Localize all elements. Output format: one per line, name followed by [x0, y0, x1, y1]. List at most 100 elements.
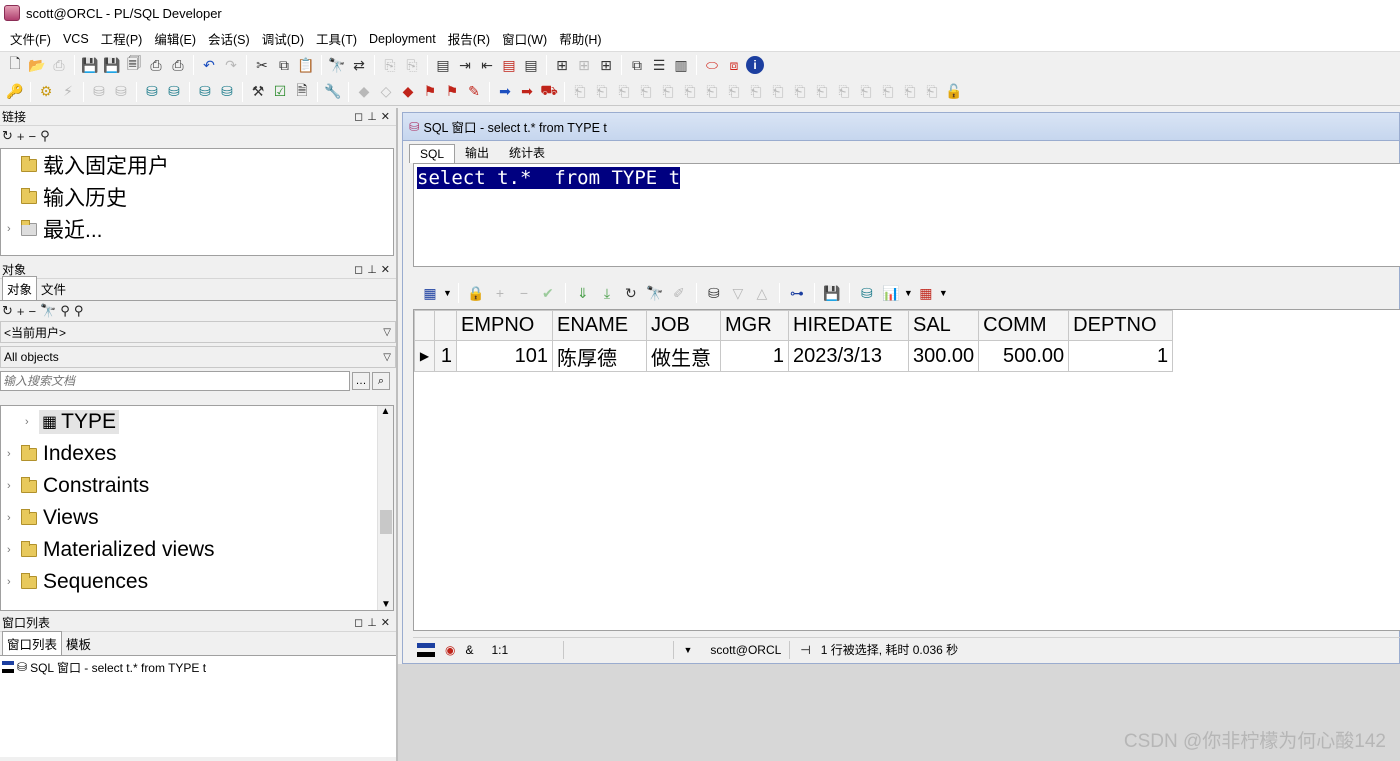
plsql-9-icon[interactable]: ⎗ [746, 82, 766, 102]
execute-icon[interactable]: ▤ [433, 55, 453, 75]
lock-icon[interactable]: 🔒 [466, 283, 486, 303]
menu-tools[interactable]: 工具(T) [310, 27, 363, 50]
tree-item-fixed-users[interactable]: 载入固定用户 [1, 149, 393, 181]
plsql-12-icon[interactable]: ⎗ [812, 82, 832, 102]
logon-icon[interactable]: ⛁ [142, 82, 162, 102]
status-connection[interactable]: scott@ORCL [702, 640, 791, 659]
plsql-5-icon[interactable]: ⎗ [658, 82, 678, 102]
key-icon[interactable]: 🔑 [5, 82, 25, 102]
unindent-icon[interactable]: ⇤ [477, 55, 497, 75]
cell-job[interactable]: 做生意 [646, 340, 721, 372]
query-by-example-icon[interactable]: ⛁ [704, 283, 724, 303]
pin-icon[interactable]: ⊥ [367, 263, 377, 276]
scrollbar-thumb[interactable] [380, 510, 392, 534]
chevron-down-icon[interactable]: ▼ [939, 288, 948, 298]
menu-vcs[interactable]: VCS [57, 30, 95, 48]
truck-icon[interactable]: ⛟ [539, 82, 559, 102]
tree-item-indexes[interactable]: › Indexes [1, 438, 393, 470]
menu-file[interactable]: 文件(F) [4, 27, 57, 50]
grid-layout-icon[interactable]: ▦ [420, 283, 440, 303]
red-marker-icon[interactable]: ⚑ [442, 82, 462, 102]
cell-ename[interactable]: 陈厚德 [552, 340, 647, 372]
restore-icon[interactable]: ◻ [354, 616, 363, 629]
print-icon[interactable]: ⎙ [146, 55, 166, 75]
restore-icon[interactable]: ◻ [354, 263, 363, 276]
replace-icon[interactable]: ⇄ [349, 55, 369, 75]
cell-empno[interactable]: 101 [456, 340, 553, 372]
column-header[interactable]: MGR [720, 310, 789, 341]
expand-chevron-icon[interactable]: › [7, 448, 21, 460]
expand-chevron-icon[interactable]: › [7, 223, 21, 235]
redo-icon[interactable]: ↷ [221, 55, 241, 75]
fetch-next-icon[interactable]: ⇓ [573, 283, 593, 303]
cell-mgr[interactable]: 1 [720, 340, 789, 372]
tab-sql[interactable]: SQL [409, 144, 456, 163]
find-icon[interactable]: 🔭 [40, 303, 56, 319]
filter-icon[interactable]: ⚲ [74, 303, 84, 319]
menu-project[interactable]: 工程(P) [95, 27, 149, 50]
expand-chevron-icon[interactable]: › [7, 480, 21, 492]
db-export-icon[interactable]: ⛁ [857, 283, 877, 303]
expand-chevron-icon[interactable]: › [7, 512, 21, 524]
paste-icon[interactable]: 📋 [296, 55, 316, 75]
plsql-10-icon[interactable]: ⎗ [768, 82, 788, 102]
cell-comm[interactable]: 500.00 [978, 340, 1070, 372]
red-flag-icon[interactable]: ⚑ [420, 82, 440, 102]
insert-record-icon[interactable]: + [490, 283, 510, 303]
break-icon[interactable]: ⚡ [58, 82, 78, 102]
gear-icon[interactable]: ⚙ [36, 82, 56, 102]
add-icon[interactable]: + [17, 129, 25, 144]
red-cube-icon[interactable]: ◆ [398, 82, 418, 102]
objects-scrollbar[interactable]: ▲ ▼ [377, 406, 393, 610]
plsql-14-icon[interactable]: ⎗ [856, 82, 876, 102]
pin-icon[interactable]: ⊥ [367, 616, 377, 629]
tab-files[interactable]: 文件 [37, 277, 70, 300]
remove-icon[interactable]: − [29, 304, 37, 319]
close-icon[interactable]: ✕ [381, 110, 390, 123]
properties-icon[interactable]: ⚲ [60, 303, 70, 319]
uncomment-icon[interactable]: ▤ [521, 55, 541, 75]
rollback-icon[interactable]: ⛁ [111, 82, 131, 102]
plsql-17-icon[interactable]: ⎗ [922, 82, 942, 102]
close-icon[interactable]: ✕ [381, 263, 390, 276]
plsql-6-icon[interactable]: ⎗ [680, 82, 700, 102]
comment-icon[interactable]: ▤ [499, 55, 519, 75]
sql-window-icon[interactable]: ⊞ [552, 55, 572, 75]
arrow-right-red-icon[interactable]: ➡ [517, 82, 537, 102]
clear-icon[interactable]: ✐ [669, 283, 689, 303]
cut-icon[interactable]: ✂ [252, 55, 272, 75]
expand-chevron-icon[interactable]: › [7, 544, 21, 556]
wrench-icon[interactable]: 🔧 [323, 82, 343, 102]
new-icon[interactable]: 🗋 [5, 55, 25, 75]
open-folder-icon[interactable]: 📂 [27, 55, 47, 75]
sql-window-titlebar[interactable]: ⛁ SQL 窗口 - select t.* from TYPE t [403, 113, 1399, 141]
column-header[interactable]: DEPTNO [1068, 310, 1174, 341]
column-header[interactable]: ENAME [552, 310, 647, 341]
pdf-icon[interactable]: ⧈ [724, 55, 744, 75]
commit-icon[interactable]: ⛁ [89, 82, 109, 102]
plsql-2-icon[interactable]: ⎗ [592, 82, 612, 102]
tools-icon[interactable]: ⚒ [248, 82, 268, 102]
column-header[interactable]: JOB [646, 310, 721, 341]
menu-edit[interactable]: 编辑(E) [148, 27, 202, 50]
plsql-8-icon[interactable]: ⎗ [724, 82, 744, 102]
save-icon[interactable]: 💾 [822, 283, 842, 303]
refresh-icon[interactable]: ↻ [2, 303, 13, 319]
find-icon[interactable]: 🔭 [645, 283, 665, 303]
load-icon[interactable]: ⎘ [380, 55, 400, 75]
indent-icon[interactable]: ⇥ [455, 55, 475, 75]
close-icon[interactable]: ✕ [381, 616, 390, 629]
chevron-down-icon[interactable]: ▼ [684, 645, 693, 655]
chevron-down-icon[interactable]: ▼ [904, 288, 913, 298]
scroll-up-icon[interactable]: ▲ [378, 406, 393, 417]
report-icon[interactable]: 🗎 [292, 82, 312, 102]
find-icon[interactable]: 🔭 [327, 55, 347, 75]
tile-horizontal-icon[interactable]: ☰ [649, 55, 669, 75]
pin-icon[interactable]: ⊥ [367, 110, 377, 123]
save-all-icon[interactable]: 🗐 [124, 55, 144, 75]
object-filter-select[interactable]: All objects ▽ [0, 346, 396, 368]
tree-item-history[interactable]: 输入历史 [1, 181, 393, 213]
delete-record-icon[interactable]: − [514, 283, 534, 303]
tab-templates[interactable]: 模板 [62, 632, 95, 655]
db-connect-icon[interactable]: ⛁ [195, 82, 215, 102]
